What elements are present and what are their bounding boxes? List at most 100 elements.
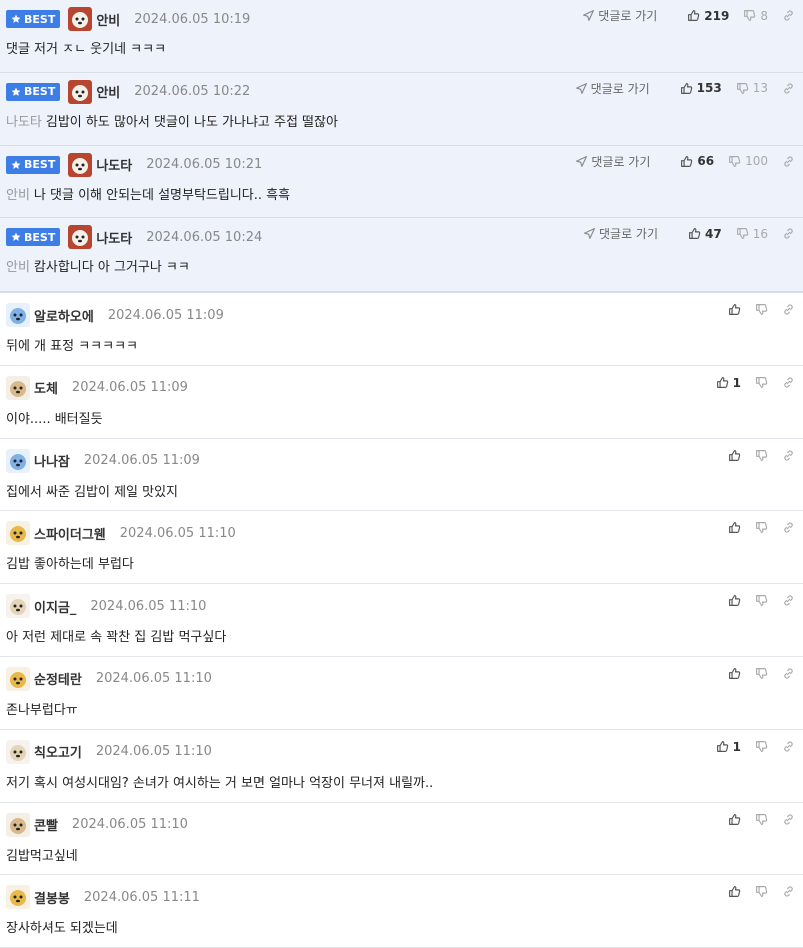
thumbs-down-icon xyxy=(756,813,768,825)
upvote-count: 1 xyxy=(732,375,741,390)
upvote-button[interactable] xyxy=(728,885,741,898)
upvote-button[interactable]: 66 xyxy=(680,154,714,168)
avatar xyxy=(6,521,30,546)
author-name[interactable]: 콘빨 xyxy=(34,815,58,834)
downvote-button[interactable] xyxy=(755,594,768,607)
comment-date: 2024.06.05 11:10 xyxy=(119,525,236,541)
comment-header: BEST 나도타 2024.06.05 10:21 xyxy=(6,152,262,178)
copy-link-button[interactable] xyxy=(782,449,795,462)
upvote-count: 219 xyxy=(704,8,730,23)
thumbs-down-icon xyxy=(756,886,768,898)
goto-comment-link[interactable]: 댓글로 가기 xyxy=(583,225,658,242)
downvote-button[interactable] xyxy=(755,303,768,316)
link-icon xyxy=(784,886,793,897)
copy-link-button[interactable] xyxy=(782,740,795,753)
comment-header: 이지금_ 2024.06.05 11:10 xyxy=(6,593,206,619)
comment-text: 안비 캄사합니다 아 그거구나 ㅋㅋ xyxy=(6,260,190,276)
downvote-button[interactable]: 16 xyxy=(736,227,768,241)
upvote-button[interactable]: 153 xyxy=(680,81,722,95)
thumbs-down-icon xyxy=(756,741,768,753)
downvote-button[interactable] xyxy=(755,449,768,462)
author-name[interactable]: 안비 xyxy=(96,82,120,101)
upvote-button[interactable] xyxy=(728,521,741,534)
avatar xyxy=(68,7,93,31)
comment-text: 장사하셔도 되겠는데 xyxy=(6,921,118,937)
comment-section: BEST 안비 2024.06.05 10:19 댓글로 가기 219 8 댓글 저거 ㅈㄴ… xyxy=(0,0,803,948)
thumbs-down-icon xyxy=(736,228,748,240)
copy-link-button[interactable] xyxy=(782,667,795,680)
downvote-button[interactable] xyxy=(755,885,768,898)
downvote-button[interactable] xyxy=(755,376,768,389)
copy-link-button[interactable] xyxy=(782,376,795,389)
author-name[interactable]: 나나잠 xyxy=(34,451,70,470)
copy-link-button[interactable] xyxy=(782,303,795,316)
avatar xyxy=(6,885,30,910)
avatar xyxy=(6,666,30,691)
downvote-button[interactable]: 13 xyxy=(736,81,768,95)
thumbs-up-icon xyxy=(729,595,741,607)
upvote-count: 1 xyxy=(732,739,741,754)
copy-link-button[interactable] xyxy=(782,885,795,898)
link-icon xyxy=(784,377,793,388)
upvote-button[interactable]: 219 xyxy=(687,9,729,23)
downvote-button[interactable]: 8 xyxy=(743,9,768,23)
reply-target[interactable]: 안비 xyxy=(6,188,30,203)
upvote-button[interactable] xyxy=(728,813,741,826)
upvote-button[interactable]: 47 xyxy=(688,227,722,241)
upvote-button[interactable] xyxy=(728,449,741,462)
copy-link-button[interactable] xyxy=(782,82,795,95)
downvote-button[interactable]: 100 xyxy=(728,154,768,168)
author-name[interactable]: 결봉봉 xyxy=(34,888,70,907)
author-name[interactable]: 도체 xyxy=(34,378,58,397)
link-icon xyxy=(784,450,793,461)
copy-link-button[interactable] xyxy=(782,227,795,240)
comment-text: 안비 나 댓글 이해 안되는데 설명부탁드립니다.. 흑흑 xyxy=(6,187,291,203)
goto-label: 댓글로 가기 xyxy=(599,227,659,242)
author-name[interactable]: 순정테란 xyxy=(34,669,82,688)
reply-target[interactable]: 나도타 xyxy=(6,115,42,130)
upvote-button[interactable] xyxy=(728,667,741,680)
thumbs-down-icon xyxy=(756,668,768,679)
avatar xyxy=(6,303,30,327)
downvote-button[interactable] xyxy=(755,740,768,753)
upvote-button[interactable] xyxy=(728,303,741,316)
comment-text: 저기 혹시 여성시대임? 손녀가 여시하는 거 보면 얼마나 억장이 무너져 내… xyxy=(6,775,434,791)
author-name[interactable]: 스파이더그웬 xyxy=(34,524,106,543)
comment-actions xyxy=(714,449,795,462)
downvote-button[interactable] xyxy=(755,667,768,680)
upvote-button[interactable]: 1 xyxy=(716,740,741,754)
comment-actions: 댓글로 가기 66 100 xyxy=(575,153,795,170)
comment-actions xyxy=(714,521,795,534)
downvote-button[interactable] xyxy=(755,813,768,826)
goto-comment-link[interactable]: 댓글로 가기 xyxy=(582,7,657,24)
link-icon xyxy=(784,304,793,315)
author-name[interactable]: 이지금_ xyxy=(34,597,76,616)
comment-header: BEST 안비 2024.06.05 10:22 xyxy=(6,79,250,105)
link-icon xyxy=(784,522,793,533)
upvote-button[interactable] xyxy=(728,594,741,607)
comment-date: 2024.06.05 10:21 xyxy=(146,157,263,172)
comment-date: 2024.06.05 11:10 xyxy=(95,671,212,687)
copy-link-button[interactable] xyxy=(782,521,795,534)
author-name[interactable]: 알로하오에 xyxy=(34,306,94,325)
author-name[interactable]: 안비 xyxy=(96,10,120,29)
author-name[interactable]: 칙오고기 xyxy=(34,742,82,761)
author-name[interactable]: 나도타 xyxy=(96,228,132,247)
goto-comment-link[interactable]: 댓글로 가기 xyxy=(575,80,650,97)
best-comment: BEST 나도타 2024.06.05 10:21 댓글로 가기 66 100 안비 나 댓글… xyxy=(0,146,803,219)
thumbs-up-icon xyxy=(729,449,741,461)
copy-link-button[interactable] xyxy=(782,594,795,607)
upvote-button[interactable]: 1 xyxy=(716,376,741,390)
thumbs-up-icon xyxy=(688,10,700,21)
goto-label: 댓글로 가기 xyxy=(598,9,658,23)
copy-link-button[interactable] xyxy=(782,813,795,826)
downvote-button[interactable] xyxy=(755,521,768,534)
thumbs-up-icon xyxy=(680,82,692,94)
copy-link-button[interactable] xyxy=(782,9,795,22)
copy-link-button[interactable] xyxy=(782,155,795,168)
avatar xyxy=(6,594,30,619)
author-name[interactable]: 나도타 xyxy=(96,155,132,174)
reply-target[interactable]: 안비 xyxy=(6,260,30,275)
comment-actions xyxy=(714,667,795,680)
goto-comment-link[interactable]: 댓글로 가기 xyxy=(575,153,650,170)
